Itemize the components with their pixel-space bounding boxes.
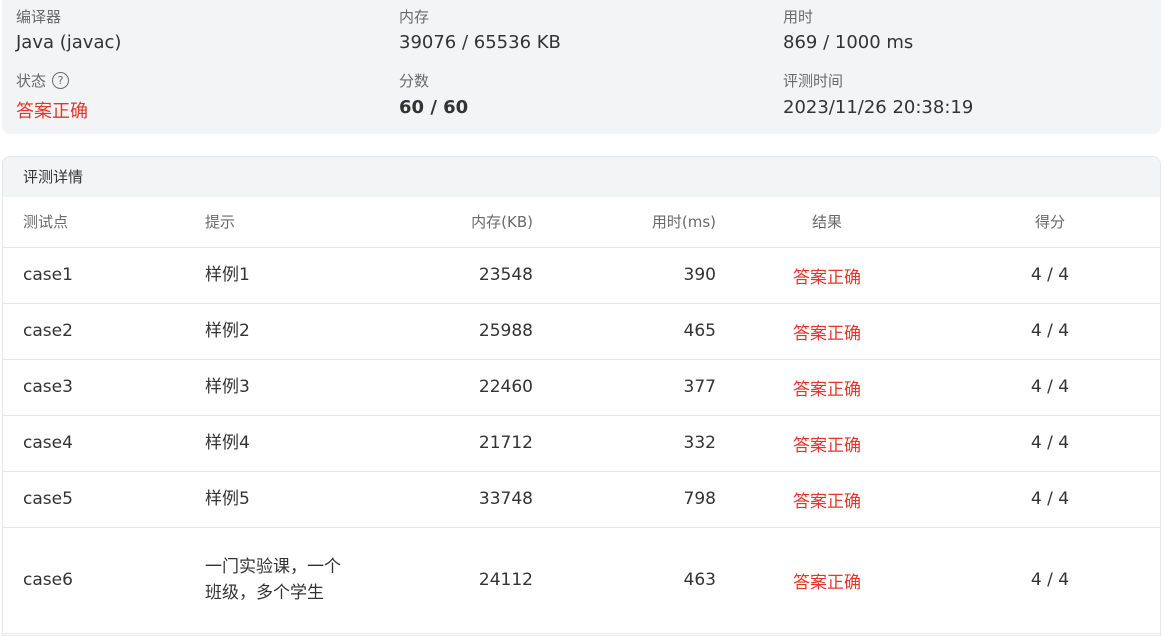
score-cell: 4 / 4 xyxy=(938,415,1160,472)
table-row: case4 样例4 21712 332 答案正确 4 / 4 xyxy=(3,415,1160,472)
case-name-cell: case2 xyxy=(3,303,205,360)
time-label: 用时 xyxy=(783,8,814,26)
table-row: case1 样例1 23548 390 答案正确 4 / 4 xyxy=(3,247,1160,304)
result-status: 答案正确 xyxy=(793,323,861,344)
result-cell: 答案正确 xyxy=(716,359,938,416)
score-cell: 4 / 4 xyxy=(938,303,1160,360)
memory-cell: 25988 xyxy=(385,303,533,360)
memory-cell: 23548 xyxy=(385,247,533,304)
hint-cell: 样例4 xyxy=(205,415,385,472)
time-cell: 332 xyxy=(533,415,716,472)
result-status: 答案正确 xyxy=(793,267,861,288)
memory-cell: 33748 xyxy=(385,471,533,528)
column-header-memory: 内存(KB) xyxy=(385,197,533,248)
case-name-cell: case6 xyxy=(3,527,205,634)
column-header-test-case: 测试点 xyxy=(3,197,205,248)
case-name-cell: case4 xyxy=(3,415,205,472)
memory-value: 39076 / 65536 KB xyxy=(399,32,561,53)
hint-cell: 一门实验课，一个班级，多个学生 xyxy=(205,527,385,634)
score-cell: 4 / 4 xyxy=(938,247,1160,304)
compiler-label: 编译器 xyxy=(16,8,62,26)
result-status: 答案正确 xyxy=(793,379,861,400)
judge-time-label: 评测时间 xyxy=(783,72,844,90)
result-status: 答案正确 xyxy=(793,572,861,593)
time-cell: 798 xyxy=(533,471,716,528)
status-label-group: 状态 ? xyxy=(16,70,70,91)
result-cell: 答案正确 xyxy=(716,527,938,634)
result-cell: 答案正确 xyxy=(716,303,938,360)
result-status: 答案正确 xyxy=(793,491,861,512)
case-name-cell: case1 xyxy=(3,247,205,304)
column-header-score: 得分 xyxy=(938,197,1160,248)
case-name-cell: case5 xyxy=(3,471,205,528)
hint-cell: 样例2 xyxy=(205,303,385,360)
result-cell: 答案正确 xyxy=(716,415,938,472)
score-cell: 4 / 4 xyxy=(938,359,1160,416)
time-cell: 390 xyxy=(533,247,716,304)
table-row: case5 样例5 33748 798 答案正确 4 / 4 xyxy=(3,471,1160,528)
hint-cell: 样例5 xyxy=(205,471,385,528)
time-cell: 377 xyxy=(533,359,716,416)
status-label: 状态 xyxy=(16,72,47,90)
submission-summary-panel: 编译器 Java (javac) 状态 ? 答案正确 内存 39076 / 65… xyxy=(2,0,1161,134)
hint-cell: 样例3 xyxy=(205,359,385,416)
memory-cell: 22460 xyxy=(385,359,533,416)
score-label: 分数 xyxy=(399,72,430,90)
time-cell: 463 xyxy=(533,527,716,634)
time-value: 869 / 1000 ms xyxy=(783,32,914,53)
score-value: 60 / 60 xyxy=(399,97,469,118)
column-header-hint: 提示 xyxy=(205,197,385,248)
memory-label: 内存 xyxy=(399,8,430,26)
score-cell: 4 / 4 xyxy=(938,471,1160,528)
result-cell: 答案正确 xyxy=(716,247,938,304)
compiler-value: Java (javac) xyxy=(16,32,122,53)
case-name-cell: case3 xyxy=(3,359,205,416)
table-row: case6 一门实验课，一个班级，多个学生 24112 463 答案正确 4 /… xyxy=(3,527,1160,634)
table-row: case3 样例3 22460 377 答案正确 4 / 4 xyxy=(3,359,1160,416)
result-cell: 答案正确 xyxy=(716,471,938,528)
table-header-row: 测试点 提示 内存(KB) 用时(ms) 结果 得分 xyxy=(3,197,1160,248)
column-header-time: 用时(ms) xyxy=(533,197,716,248)
question-circle-icon[interactable]: ? xyxy=(52,72,70,89)
judge-details-card: 评测详情 测试点 提示 内存(KB) 用时(ms) 结果 得分 case1 样例… xyxy=(2,156,1161,636)
table-row: case2 样例2 25988 465 答案正确 4 / 4 xyxy=(3,303,1160,360)
status-value: 答案正确 xyxy=(16,101,88,122)
column-header-result: 结果 xyxy=(716,197,938,248)
result-status: 答案正确 xyxy=(793,435,861,456)
memory-cell: 24112 xyxy=(385,527,533,634)
time-cell: 465 xyxy=(533,303,716,360)
judge-details-title: 评测详情 xyxy=(3,157,1160,197)
hint-cell: 样例1 xyxy=(205,247,385,304)
score-cell: 4 / 4 xyxy=(938,527,1160,634)
judge-time-value: 2023/11/26 20:38:19 xyxy=(783,97,974,118)
memory-cell: 21712 xyxy=(385,415,533,472)
test-case-table: 测试点 提示 内存(KB) 用时(ms) 结果 得分 case1 样例1 235… xyxy=(3,197,1160,634)
